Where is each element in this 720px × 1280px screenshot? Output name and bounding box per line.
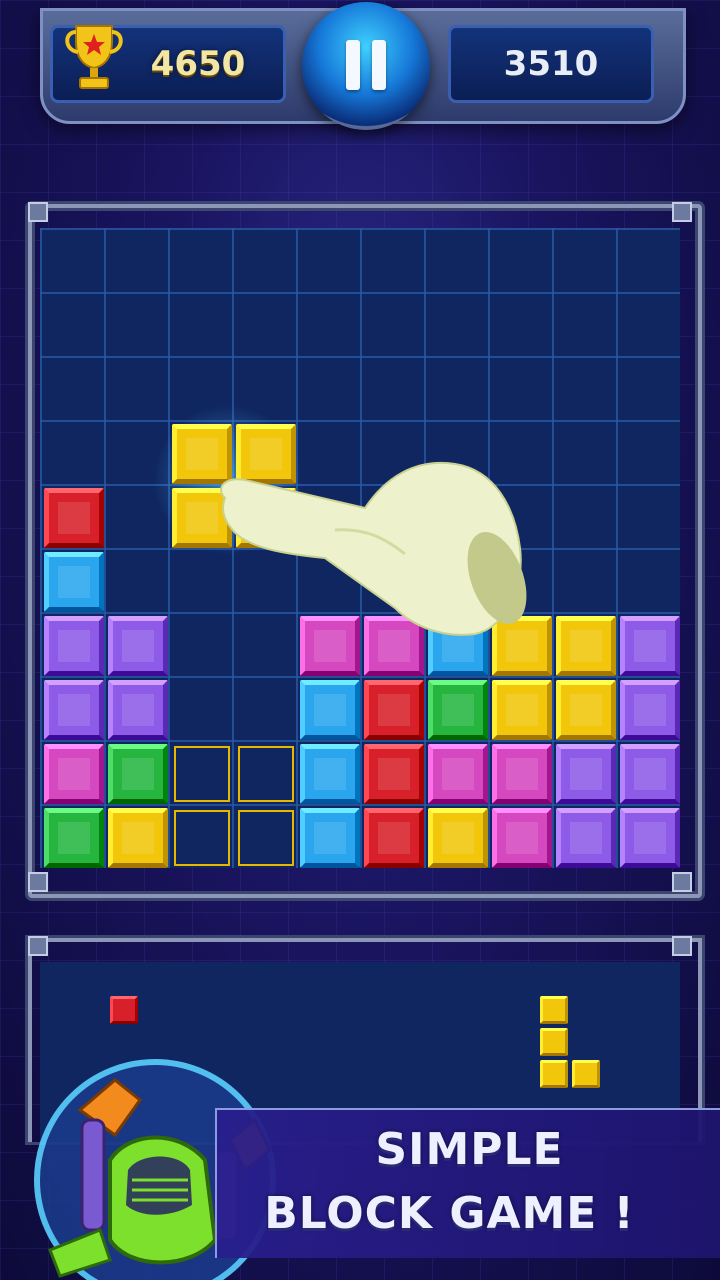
tray-block-yellow [540, 1060, 568, 1088]
block-yellow [108, 808, 168, 868]
block-red [364, 808, 424, 868]
block-magenta [44, 744, 104, 804]
block-blue [300, 808, 360, 868]
drop-target-cell[interactable] [174, 746, 230, 802]
tray-block-yellow [540, 1028, 568, 1056]
block-purple [556, 808, 616, 868]
frame-bolt [672, 202, 692, 222]
block-purple [108, 616, 168, 676]
block-blue [300, 680, 360, 740]
tray-block-yellow [572, 1060, 600, 1088]
pause-button[interactable] [302, 2, 430, 130]
block-blue [300, 744, 360, 804]
block-blue [44, 552, 104, 612]
pause-icon [346, 40, 360, 90]
frame-bolt [28, 872, 48, 892]
block-purple [620, 616, 680, 676]
drop-target-cell[interactable] [238, 810, 294, 866]
tray-block-red [110, 996, 138, 1024]
block-green [108, 744, 168, 804]
block-yellow [428, 808, 488, 868]
block-red [44, 488, 104, 548]
block-magenta [428, 744, 488, 804]
pause-icon-bar [372, 40, 386, 90]
frame-bolt [28, 202, 48, 222]
banner-line-2: BLOCK GAME ! [264, 1188, 635, 1239]
tray-block-yellow [540, 996, 568, 1024]
block-purple [44, 616, 104, 676]
block-yellow [556, 616, 616, 676]
block-purple [108, 680, 168, 740]
frame-bolt [672, 936, 692, 956]
block-purple [556, 744, 616, 804]
block-green [44, 808, 104, 868]
top-hud: 4650 3510 [10, 0, 710, 130]
drop-target-cell[interactable] [174, 810, 230, 866]
hand-pointer-icon [220, 461, 527, 636]
frame-bolt [672, 872, 692, 892]
block-yellow [556, 680, 616, 740]
current-score: 3510 [503, 44, 599, 84]
block-purple [620, 680, 680, 740]
block-purple [620, 744, 680, 804]
block-red [364, 680, 424, 740]
block-green [428, 680, 488, 740]
block-yellow [492, 680, 552, 740]
block-red [364, 744, 424, 804]
block-magenta [492, 744, 552, 804]
block-purple [620, 808, 680, 868]
block-purple [44, 680, 104, 740]
current-score-panel: 3510 [448, 25, 654, 103]
banner-line-1: SIMPLE [375, 1124, 564, 1175]
frame-bolt [28, 936, 48, 956]
drop-target-cell[interactable] [238, 746, 294, 802]
block-magenta [492, 808, 552, 868]
promo-banner: SIMPLE BLOCK GAME ! [215, 1108, 720, 1258]
trophy-icon [65, 25, 123, 89]
best-score: 4650 [150, 44, 246, 84]
